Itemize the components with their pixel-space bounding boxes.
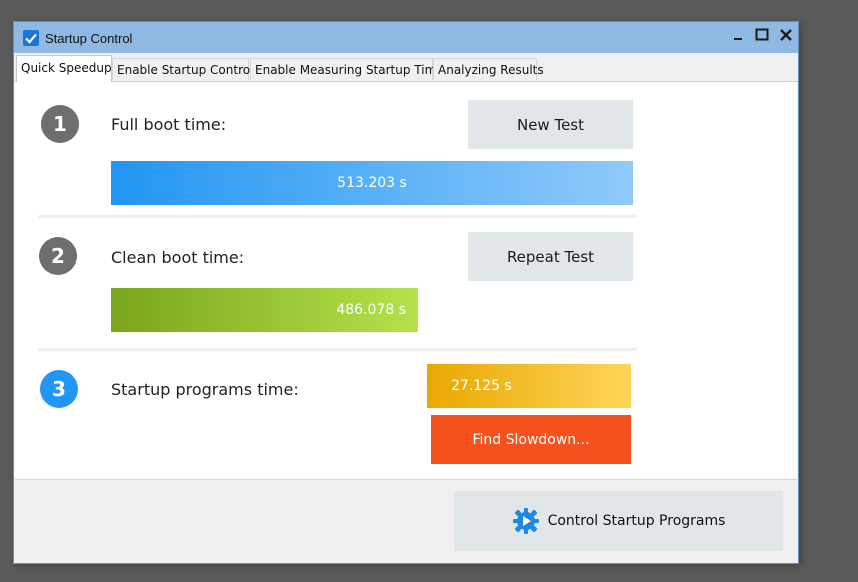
clean-boot-time-label: Clean boot time: [111,248,245,267]
tab-strip: Quick Speedup Enable Startup Control Ena… [14,55,798,82]
app-window: Startup Control Quick Speedup Enable Sta… [13,21,799,564]
repeat-test-button[interactable]: Repeat Test [468,232,633,281]
startup-programs-time-label: Startup programs time: [111,380,299,399]
tab-enable-measuring-startup-time[interactable]: Enable Measuring Startup Time [250,58,444,80]
control-startup-programs-button[interactable]: Control Startup Programs [454,491,783,551]
gear-play-icon [512,507,540,535]
tab-analyzing-results[interactable]: Analyzing Results [433,58,544,80]
full-boot-time-value: 513.203 s [337,175,407,191]
divider [38,215,637,218]
title-bar[interactable]: Startup Control [14,22,798,53]
quick-speedup-panel: 1 Full boot time: New Test 513.203 s 2 C… [15,82,797,480]
find-slowdown-button[interactable]: Find Slowdown... [431,415,631,464]
new-test-button[interactable]: New Test [468,100,633,149]
maximize-icon[interactable] [750,24,774,46]
clean-boot-time-bar: 486.078 s [111,288,418,332]
step-3-badge: 3 [40,370,78,408]
window-title: Startup Control [45,31,133,46]
clean-boot-time-value: 486.078 s [336,302,406,318]
divider [38,348,637,351]
tab-enable-startup-control[interactable]: Enable Startup Control [112,58,253,80]
startup-programs-time-bar: 27.125 s [427,364,631,408]
full-boot-time-label: Full boot time: [111,115,227,134]
step-2-badge: 2 [39,237,77,275]
window-controls [726,22,798,47]
startup-programs-time-value: 27.125 s [451,378,512,394]
checkbox-app-icon [23,30,39,46]
tab-quick-speedup[interactable]: Quick Speedup [16,55,112,82]
control-startup-programs-label: Control Startup Programs [547,513,726,529]
minimize-icon[interactable] [726,24,750,46]
close-icon[interactable] [774,24,798,46]
full-boot-time-bar: 513.203 s [111,161,633,205]
step-1-badge: 1 [41,105,79,143]
